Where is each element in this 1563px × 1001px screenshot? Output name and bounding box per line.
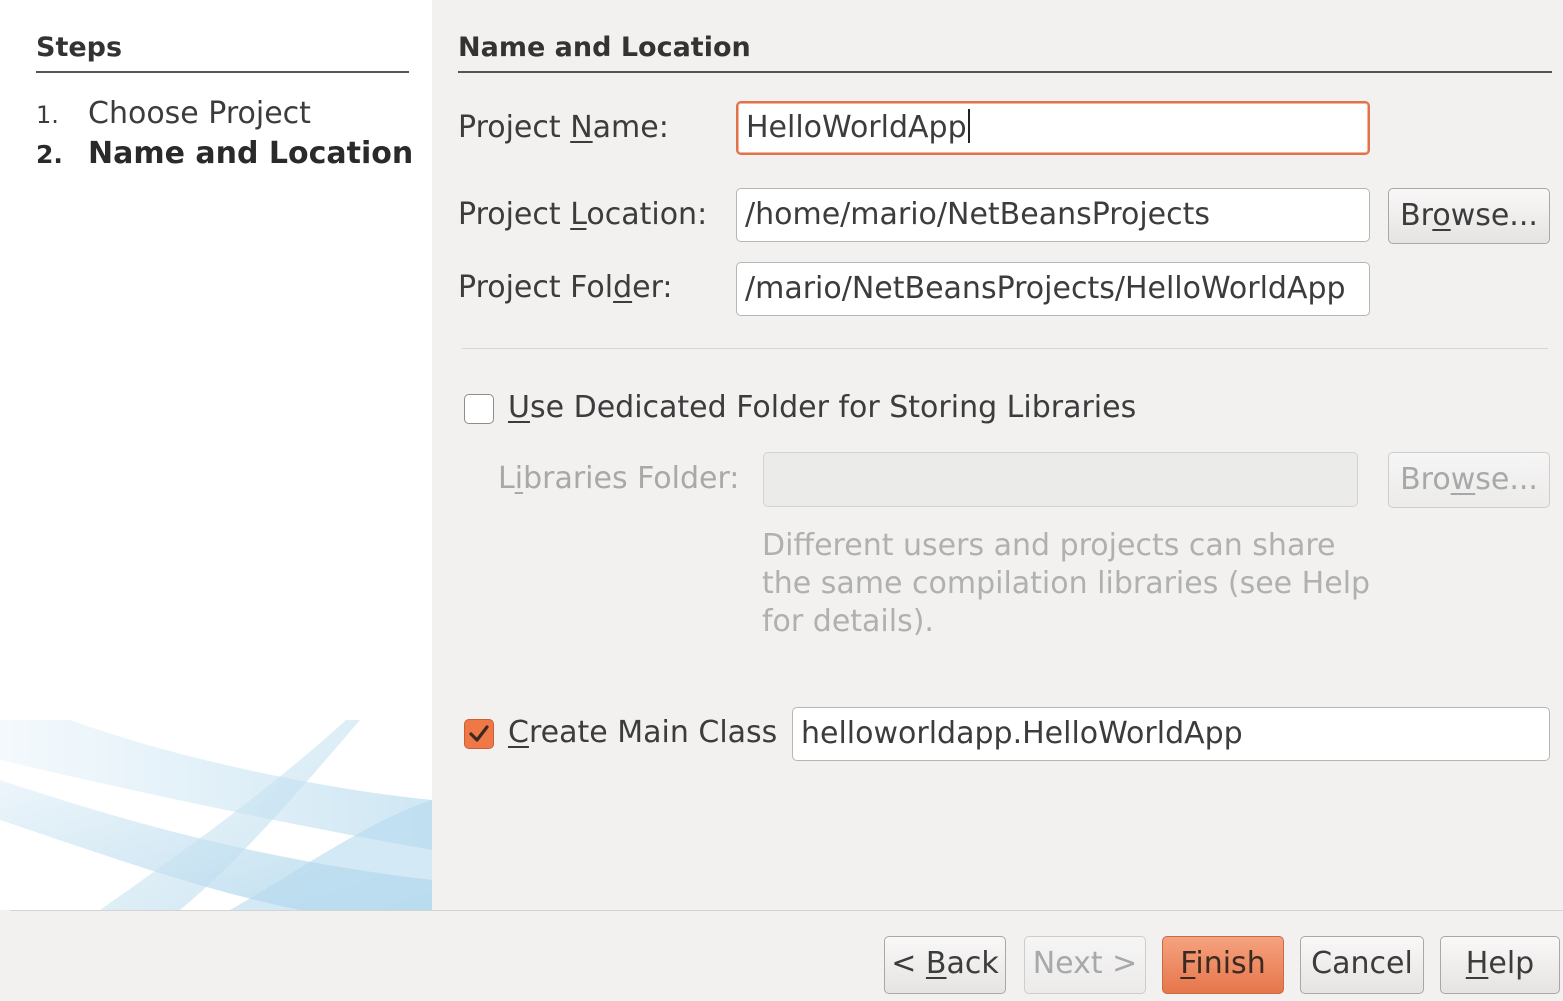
section-divider <box>462 348 1548 349</box>
project-name-label: Project Name: <box>458 110 669 145</box>
dedicated-folder-checkbox[interactable] <box>464 394 494 424</box>
cancel-button[interactable]: Cancel <box>1300 936 1424 994</box>
step-label: Choose Project <box>88 96 311 131</box>
step-number: 1. <box>36 101 59 129</box>
netbeans-swoosh-decoration <box>0 720 432 910</box>
create-main-class-label[interactable]: Create Main Class <box>508 715 777 750</box>
libraries-folder-label: Libraries Folder: <box>498 461 740 496</box>
checkmark-icon <box>469 725 489 742</box>
browse-libraries-button[interactable]: Browse... <box>1388 452 1550 508</box>
dedicated-folder-label[interactable]: Use Dedicated Folder for Storing Librari… <box>508 390 1136 425</box>
project-name-input[interactable]: HelloWorldApp <box>736 101 1370 155</box>
create-main-class-checkbox[interactable] <box>464 719 494 749</box>
project-folder-label: Project Folder: <box>458 270 673 305</box>
project-location-input[interactable]: /home/mario/NetBeansProjects <box>736 188 1370 242</box>
next-button[interactable]: Next > <box>1024 936 1146 994</box>
back-button[interactable]: < Back <box>884 936 1006 994</box>
browse-location-button[interactable]: Browse... <box>1388 188 1550 244</box>
step-label: Name and Location <box>88 136 414 171</box>
step-item-name-and-location: 2. Name and Location <box>36 136 413 171</box>
project-location-label: Project Location: <box>458 197 708 232</box>
help-button[interactable]: Help <box>1440 936 1560 994</box>
panel-title: Name and Location <box>458 32 1552 73</box>
project-folder-input[interactable]: /mario/NetBeansProjects/HelloWorldApp <box>736 262 1370 316</box>
step-item-choose-project: 1. Choose Project <box>36 96 311 131</box>
step-number: 2. <box>36 140 63 169</box>
main-class-input[interactable]: helloworldapp.HelloWorldApp <box>792 707 1550 761</box>
wizard-footer: < Back Next > Finish Cancel Help <box>0 911 1563 1001</box>
libraries-hint-text: Different users and projects can share t… <box>762 528 1371 639</box>
steps-title: Steps <box>36 32 409 73</box>
text-caret <box>967 109 970 143</box>
finish-button[interactable]: Finish <box>1162 936 1284 994</box>
steps-panel: Steps 1. Choose Project 2. Name and Locati… <box>0 0 432 910</box>
libraries-folder-input[interactable] <box>763 452 1358 507</box>
